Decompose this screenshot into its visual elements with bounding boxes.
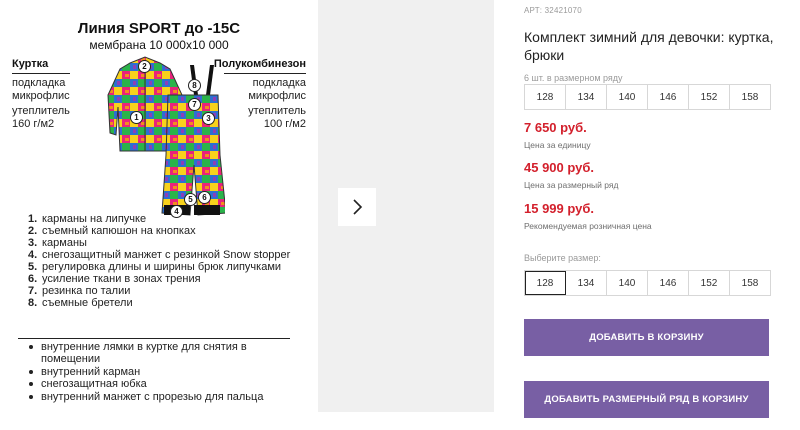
extra-item: внутренние лямки в куртке для снятия в п… xyxy=(28,341,308,366)
pack-price-caption: Цена за размерный ряд xyxy=(524,180,619,190)
choose-size-caption: Выберите размер: xyxy=(524,253,601,263)
overalls-lining: подкладка микрофлис xyxy=(248,77,306,102)
size-option[interactable]: 152 xyxy=(689,271,730,295)
feature-badge-7: 7 xyxy=(188,98,201,111)
pack-size-cell: 152 xyxy=(689,85,730,109)
unit-price: 7 650 руб. xyxy=(524,120,587,135)
overalls-heading: Полукомбинезон xyxy=(213,58,306,70)
jacket-insulation: утеплитель 160 г/м2 xyxy=(12,105,70,130)
feature-item: 1. карманы на липучке xyxy=(28,213,147,225)
feature-badge-5: 5 xyxy=(184,193,197,206)
pack-size-cell: 158 xyxy=(741,91,759,103)
chevron-right-icon xyxy=(353,199,363,215)
jacket-heading: Куртка xyxy=(12,58,49,70)
extra-item: внутренний манжет с прорезью для пальца xyxy=(28,391,308,403)
unit-price-caption: Цена за единицу xyxy=(524,140,591,150)
pack-size-cell: 146 xyxy=(648,85,689,109)
add-to-cart-button[interactable]: ДОБАВИТЬ В КОРЗИНУ xyxy=(524,319,769,356)
bullet-icon xyxy=(29,345,33,349)
extra-item: снегозащитная юбка xyxy=(28,378,308,390)
size-option[interactable]: 134 xyxy=(566,271,607,295)
extras-list: внутренние лямки в куртке для снятия в п… xyxy=(28,341,308,403)
feature-item: 7. резинка по талии xyxy=(28,285,131,297)
garments-illustration: 1 2 3 4 5 6 7 8 xyxy=(90,55,227,225)
feature-badge-6: 6 xyxy=(198,191,211,204)
overalls-heading-underline xyxy=(224,73,306,74)
product-sku: АРТ: 32421070 xyxy=(524,6,582,15)
feature-item: 3. карманы xyxy=(28,237,87,249)
jacket-lining: подкладка микрофлис xyxy=(12,77,70,102)
overalls-insulation: утеплитель 100 г/м2 xyxy=(248,105,306,130)
product-image[interactable]: Линия SPORT до -15С мембрана 10 000x10 0… xyxy=(0,0,318,412)
retail-price: 15 999 руб. xyxy=(524,201,595,216)
add-pack-to-cart-button[interactable]: ДОБАВИТЬ РАЗМЕРНЫЙ РЯД В КОРЗИНУ xyxy=(524,381,769,418)
size-option[interactable]: 158 xyxy=(730,271,770,295)
feature-badge-3: 3 xyxy=(202,112,215,125)
bullet-icon xyxy=(29,394,33,399)
pack-size-cell: 134 xyxy=(566,85,607,109)
feature-badge-8: 8 xyxy=(188,79,201,92)
feature-item: 2. съемный капюшон на кнопках xyxy=(28,225,196,237)
size-selector: 128 134 140 146 152 158 xyxy=(524,270,771,296)
bullet-icon xyxy=(29,382,33,387)
feature-item: 8. съемные бретели xyxy=(28,297,133,309)
retail-price-caption: Рекомендуемая розничная цена xyxy=(524,221,652,231)
gallery-next-button[interactable] xyxy=(338,188,376,226)
feature-divider xyxy=(18,338,290,339)
pack-size-grid: 128 134 140 146 152 158 xyxy=(524,84,771,110)
gallery-area xyxy=(318,0,494,412)
pack-size-cell: 140 xyxy=(607,85,648,109)
image-title: Линия SPORT до -15С xyxy=(77,20,241,37)
feature-badge-1: 1 xyxy=(130,111,143,124)
pack-price: 45 900 руб. xyxy=(524,160,595,175)
feature-item: 4. снегозащитный манжет с резинкой Snow s… xyxy=(28,249,291,261)
feature-list: 1. карманы на липучке 2. съемный капюшон н… xyxy=(28,213,308,309)
pack-size-cell: 128 xyxy=(525,85,566,109)
feature-item: 6. усиление ткани в зонах трения xyxy=(28,273,201,285)
size-option-selected[interactable]: 128 xyxy=(525,271,566,295)
feature-item: 5. регулировка длины и ширины брюк липучк… xyxy=(28,261,282,273)
product-title: Комплект зимний для девочки: куртка, брю… xyxy=(524,29,774,63)
feature-badge-2: 2 xyxy=(138,60,151,73)
image-subtitle: мембрана 10 000x10 000 xyxy=(89,38,229,52)
size-option[interactable]: 140 xyxy=(607,271,648,295)
pack-size-caption: 6 шт. в размерном ряду xyxy=(524,73,623,83)
extra-item: внутренний карман xyxy=(28,366,308,378)
size-option[interactable]: 146 xyxy=(648,271,689,295)
bullet-icon xyxy=(29,369,33,374)
jacket-heading-underline xyxy=(12,73,70,74)
product-page: Линия SPORT до -15С мембрана 10 000x10 0… xyxy=(0,0,800,430)
